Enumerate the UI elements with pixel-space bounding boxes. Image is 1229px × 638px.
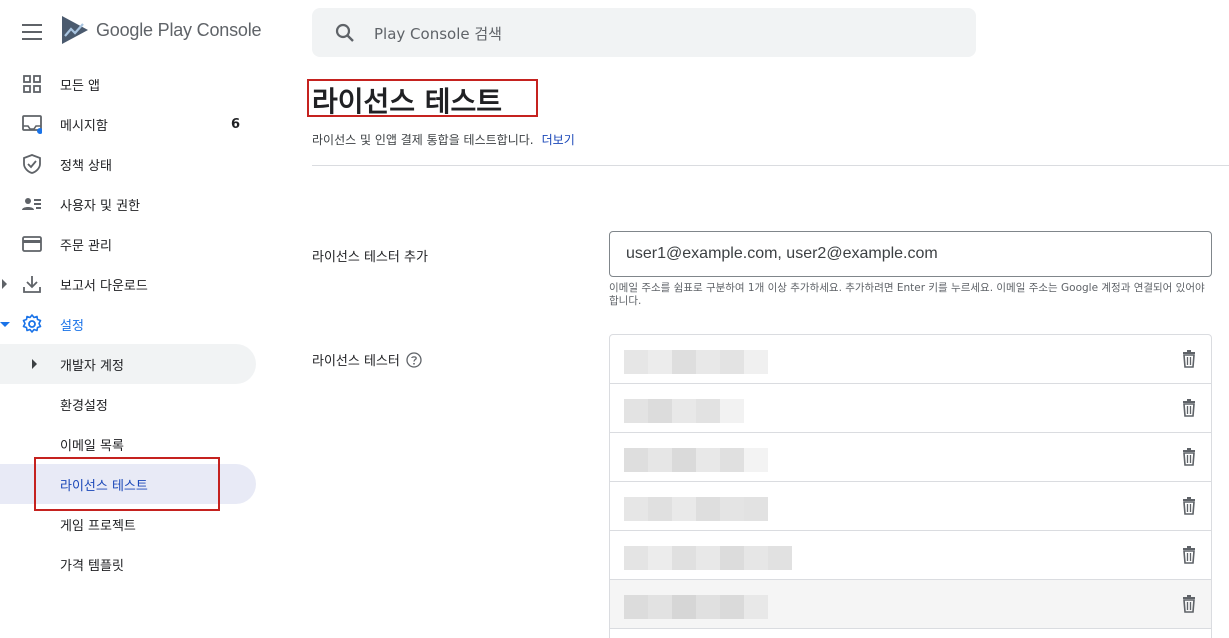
sidebar-item-label: 사용자 및 권한 [60, 198, 141, 214]
sidebar-item-settings[interactable]: 설정 [0, 304, 270, 344]
sidebar-item-label: 개발자 계정 [60, 358, 124, 374]
email-field[interactable] [609, 231, 1212, 277]
page-description: 라이선스 및 인앱 결제 통합을 테스트합니다. 더보기 [312, 131, 575, 148]
list-item [610, 580, 1211, 629]
sidebar-item-label: 가격 템플릿 [60, 558, 124, 574]
add-testers-label: 라이선스 테스터 추가 [312, 250, 428, 265]
sidebar-item-developer-account[interactable]: 개발자 계정 [0, 344, 256, 384]
expand-arrow-icon[interactable] [32, 359, 37, 369]
search-bar[interactable]: Play Console 검색 [312, 8, 976, 57]
page-title: 라이선스 테스트 [312, 85, 503, 118]
sidebar-item-preferences[interactable]: 환경설정 [0, 384, 270, 424]
sidebar-item-label: 주문 관리 [60, 238, 112, 254]
sidebar-item-label: 환경설정 [60, 398, 108, 414]
sidebar-item-policy-status[interactable]: 정책 상태 [0, 144, 270, 184]
sidebar-item-download-reports[interactable]: 보고서 다운로드 [0, 264, 270, 304]
sidebar-item-label: 모든 앱 [60, 78, 101, 94]
description-text: 라이선스 및 인앱 결제 통합을 테스트합니다. [312, 133, 534, 147]
blurred-email [624, 350, 768, 374]
sidebar: Google Play Console 모든 앱 메시지함 6 정책 상태 사용… [0, 0, 270, 638]
sidebar-item-inbox[interactable]: 메시지함 6 [0, 104, 270, 144]
expand-arrow-icon[interactable] [2, 279, 7, 289]
inbox-icon [22, 115, 42, 134]
sidebar-item-label: 설정 [60, 318, 84, 334]
learn-more-link[interactable]: 더보기 [542, 133, 575, 147]
list-item [610, 335, 1211, 384]
blurred-email [624, 546, 792, 570]
list-item [610, 384, 1211, 433]
sidebar-item-label: 보고서 다운로드 [60, 278, 148, 294]
gear-icon [22, 314, 42, 333]
blurred-email [624, 595, 768, 619]
grid-icon [23, 75, 41, 93]
email-hint: 이메일 주소를 쉼표로 구분하여 1개 이상 추가하세요. 추가하려면 Ente… [609, 282, 1205, 307]
shield-check-icon [23, 154, 41, 174]
trash-icon[interactable] [1181, 448, 1197, 466]
credit-card-icon [22, 236, 42, 252]
list-item [610, 433, 1211, 482]
blurred-email [624, 399, 744, 423]
menu-icon[interactable] [22, 24, 42, 40]
trash-icon[interactable] [1181, 595, 1197, 613]
play-console-logo-icon [62, 16, 88, 44]
trash-icon[interactable] [1181, 350, 1197, 368]
logo-text: Google Play Console [96, 19, 262, 40]
blurred-email [624, 497, 768, 521]
blurred-email [624, 448, 768, 472]
sidebar-item-label: 게임 프로젝트 [60, 518, 136, 534]
sidebar-item-label: 정책 상태 [60, 158, 112, 174]
logo[interactable]: Google Play Console [60, 14, 262, 46]
inbox-count-badge: 6 [231, 116, 241, 132]
help-icon[interactable] [406, 351, 422, 368]
download-icon [23, 276, 41, 293]
testers-label: 라이선스 테스터 [312, 354, 400, 369]
highlight-box [34, 457, 220, 511]
list-item [610, 531, 1211, 580]
collapse-arrow-icon[interactable] [0, 322, 10, 327]
divider [312, 165, 1229, 166]
sidebar-item-label: 메시지함 [60, 118, 108, 134]
sidebar-item-all-apps[interactable]: 모든 앱 [0, 64, 270, 104]
search-input[interactable]: Play Console 검색 [374, 23, 502, 44]
trash-icon[interactable] [1181, 399, 1197, 417]
trash-icon[interactable] [1181, 497, 1197, 515]
people-icon [22, 198, 41, 210]
sidebar-item-pricing-templates[interactable]: 가격 템플릿 [0, 544, 270, 584]
testers-label-group: 라이선스 테스터 [312, 350, 422, 369]
sidebar-item-order-management[interactable]: 주문 관리 [0, 224, 270, 264]
search-icon [335, 23, 354, 42]
sidebar-item-label: 이메일 목록 [60, 438, 124, 454]
list-item [610, 482, 1211, 531]
trash-icon[interactable] [1181, 546, 1197, 564]
testers-list [609, 334, 1212, 638]
sidebar-item-users-permissions[interactable]: 사용자 및 권한 [0, 184, 270, 224]
